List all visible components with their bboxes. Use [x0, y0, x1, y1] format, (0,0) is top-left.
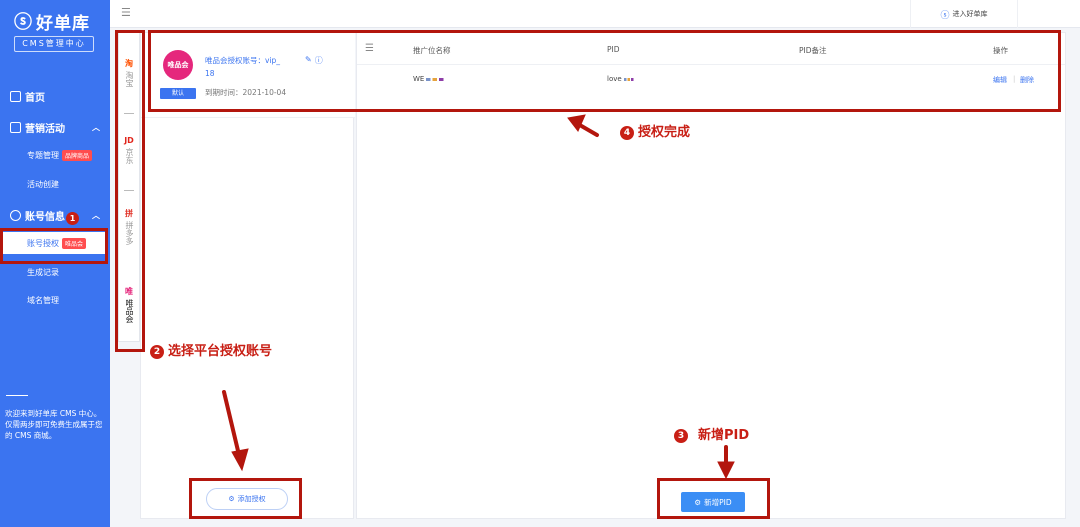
arrow-step-2 — [222, 390, 241, 457]
arrow-step-2-head — [231, 448, 249, 472]
arrow-step-3-head — [717, 461, 735, 480]
annotation-arrows — [222, 114, 735, 480]
